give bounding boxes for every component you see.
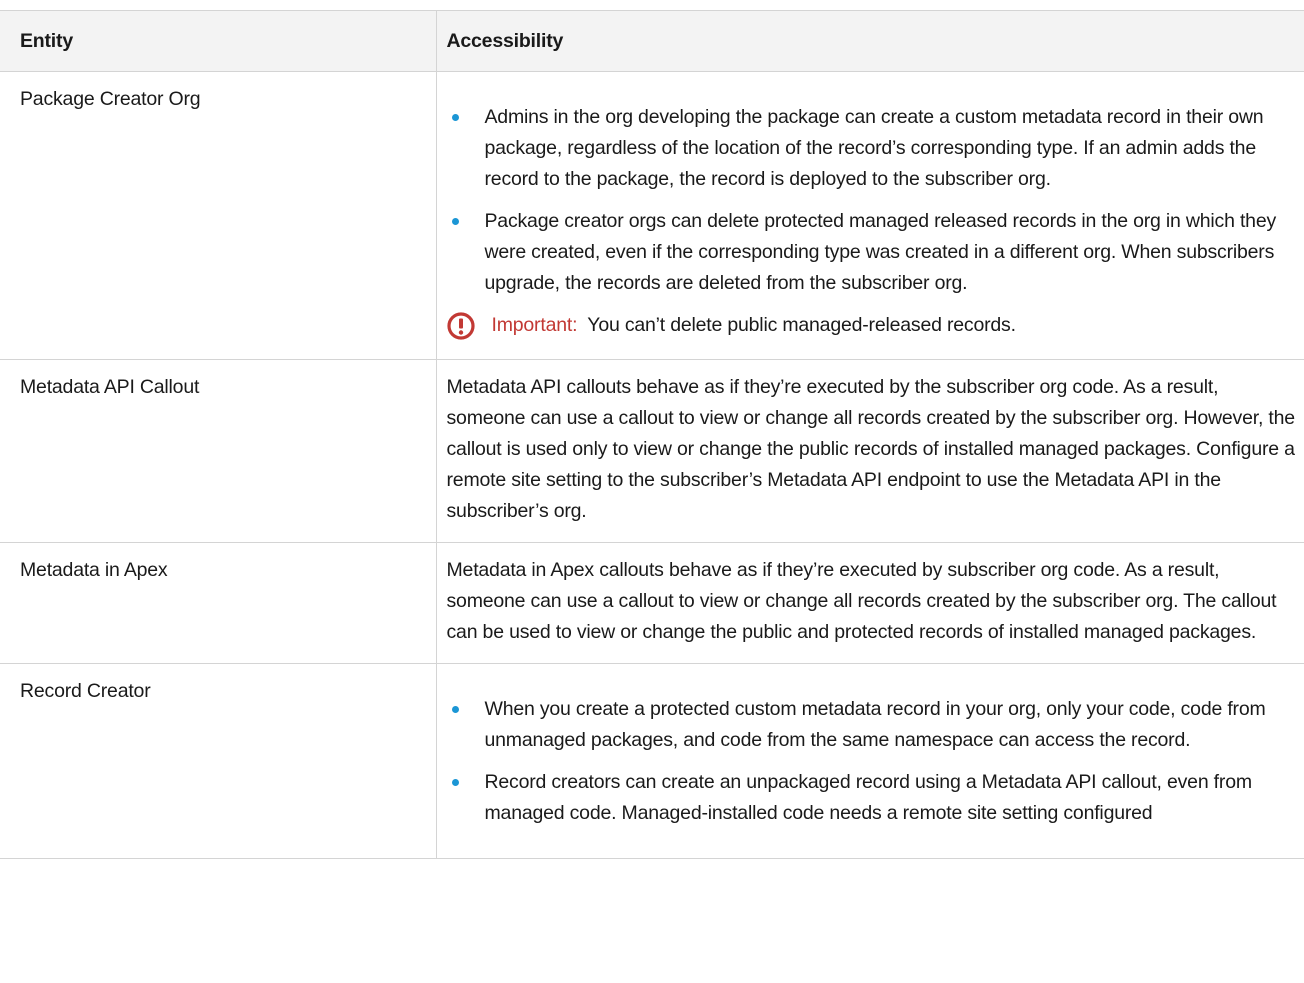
accessibility-table: Entity Accessibility Package Creator Org… (0, 10, 1304, 859)
accessibility-cell: When you create a protected custom metad… (435, 663, 1304, 859)
list-item-text: Package creator orgs can delete protecte… (484, 210, 1277, 294)
list-item-text: Admins in the org developing the package… (484, 106, 1264, 190)
table-header-row: Entity Accessibility (0, 10, 1304, 72)
table-row: Metadata API Callout Metadata API callou… (0, 359, 1304, 543)
bullet-list: Admins in the org developing the package… (447, 102, 1297, 299)
list-item: Admins in the org developing the package… (447, 102, 1297, 195)
important-note: Important: You can’t delete public manag… (446, 310, 1297, 341)
list-item: Record creators can create an unpackaged… (447, 767, 1297, 829)
accessibility-cell: Admins in the org developing the package… (435, 71, 1304, 360)
accessibility-cell: Metadata in Apex callouts behave as if t… (435, 542, 1304, 664)
list-item: When you create a protected custom metad… (447, 694, 1297, 756)
entity-cell: Package Creator Org (0, 71, 436, 360)
entity-cell: Metadata in Apex (0, 542, 436, 664)
list-item-text: Record creators can create an unpackaged… (484, 771, 1253, 824)
column-header-entity: Entity (0, 10, 436, 72)
list-item-text: When you create a protected custom metad… (484, 698, 1266, 751)
bullet-icon (451, 779, 459, 786)
column-header-accessibility: Accessibility (435, 10, 1304, 72)
accessibility-cell: Metadata API callouts behave as if they’… (435, 359, 1304, 543)
table-row: Record Creator When you create a protect… (0, 663, 1304, 859)
table-row: Package Creator Org Admins in the org de… (0, 71, 1304, 360)
bullet-icon (451, 706, 459, 713)
list-item: Package creator orgs can delete protecte… (447, 206, 1297, 299)
important-text: You can’t delete public managed-released… (587, 314, 1016, 336)
bullet-list: When you create a protected custom metad… (447, 694, 1297, 829)
bullet-icon (451, 114, 459, 121)
warning-icon (446, 312, 475, 340)
important-label: Important: (491, 314, 578, 336)
entity-cell: Record Creator (0, 663, 436, 859)
table-row: Metadata in Apex Metadata in Apex callou… (0, 542, 1304, 664)
bullet-icon (451, 218, 459, 225)
entity-cell: Metadata API Callout (0, 359, 436, 543)
